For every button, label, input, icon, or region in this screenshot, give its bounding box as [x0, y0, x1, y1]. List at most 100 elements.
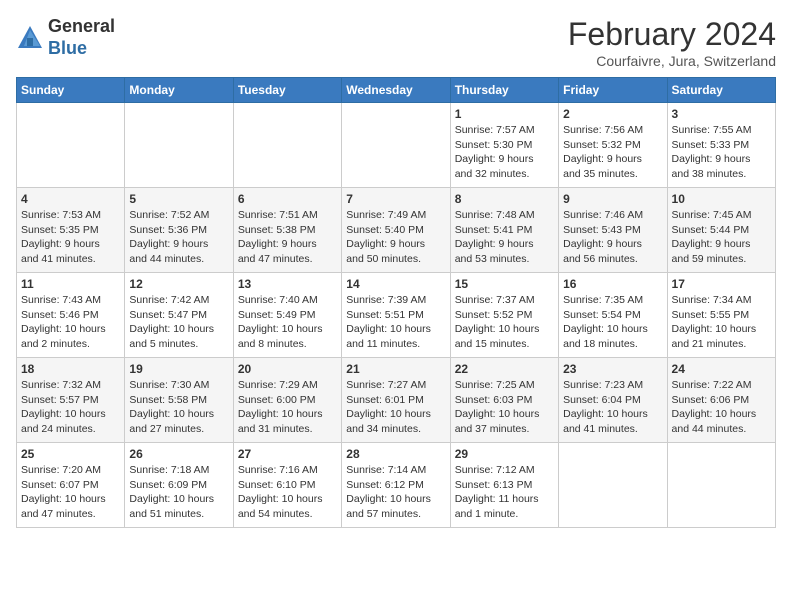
- day-info: Sunrise: 7:51 AM Sunset: 5:38 PM Dayligh…: [238, 208, 337, 267]
- day-info: Sunrise: 7:56 AM Sunset: 5:32 PM Dayligh…: [563, 123, 662, 182]
- day-info: Sunrise: 7:16 AM Sunset: 6:10 PM Dayligh…: [238, 463, 337, 522]
- calendar-day-cell: 1Sunrise: 7:57 AM Sunset: 5:30 PM Daylig…: [450, 103, 558, 188]
- calendar-day-cell: [233, 103, 341, 188]
- calendar-week-row: 11 Sunrise: 7:43 AM Sunset: 5:46 PM Dayli…: [17, 273, 776, 358]
- calendar-week-row: 4 Sunrise: 7:53 AM Sunset: 5:35 PM Daylig…: [17, 188, 776, 273]
- calendar-day-cell: 3 Sunrise: 7:55 AM Sunset: 5:33 PM Daylig…: [667, 103, 775, 188]
- calendar-day-cell: 24 Sunrise: 7:22 AM Sunset: 6:06 PM Dayli…: [667, 358, 775, 443]
- calendar-day-cell: 10 Sunrise: 7:45 AM Sunset: 5:44 PM Dayli…: [667, 188, 775, 273]
- day-number: 7: [346, 192, 445, 206]
- calendar-day-cell: 4 Sunrise: 7:53 AM Sunset: 5:35 PM Daylig…: [17, 188, 125, 273]
- day-number: 12: [129, 277, 228, 291]
- calendar-day-cell: 5 Sunrise: 7:52 AM Sunset: 5:36 PM Daylig…: [125, 188, 233, 273]
- day-info: Sunrise: 7:45 AM Sunset: 5:44 PM Dayligh…: [672, 208, 771, 267]
- day-number: 29: [455, 447, 554, 461]
- day-info: Sunrise: 7:46 AM Sunset: 5:43 PM Dayligh…: [563, 208, 662, 267]
- weekday-header: Thursday: [450, 78, 558, 103]
- calendar-day-cell: 26 Sunrise: 7:18 AM Sunset: 6:09 PM Dayli…: [125, 443, 233, 528]
- day-info: Sunrise: 7:48 AM Sunset: 5:41 PM Dayligh…: [455, 208, 554, 267]
- calendar-day-cell: 2 Sunrise: 7:56 AM Sunset: 5:32 PM Daylig…: [559, 103, 667, 188]
- day-info: Sunrise: 7:42 AM Sunset: 5:47 PM Dayligh…: [129, 293, 228, 352]
- day-info: Sunrise: 7:23 AM Sunset: 6:04 PM Dayligh…: [563, 378, 662, 437]
- day-number: 24: [672, 362, 771, 376]
- weekday-header: Friday: [559, 78, 667, 103]
- day-number: 11: [21, 277, 120, 291]
- day-number: 18: [21, 362, 120, 376]
- logo-general-text: General: [48, 16, 115, 38]
- day-number: 19: [129, 362, 228, 376]
- calendar-day-cell: [667, 443, 775, 528]
- header: General Blue February 2024 Courfaivre, J…: [16, 16, 776, 69]
- calendar-day-cell: 11 Sunrise: 7:43 AM Sunset: 5:46 PM Dayli…: [17, 273, 125, 358]
- day-info: Sunrise: 7:55 AM Sunset: 5:33 PM Dayligh…: [672, 123, 771, 182]
- day-info: Sunrise: 7:52 AM Sunset: 5:36 PM Dayligh…: [129, 208, 228, 267]
- day-number: 6: [238, 192, 337, 206]
- day-number: 8: [455, 192, 554, 206]
- day-info: Sunrise: 7:34 AM Sunset: 5:55 PM Dayligh…: [672, 293, 771, 352]
- day-number: 13: [238, 277, 337, 291]
- weekday-header: Saturday: [667, 78, 775, 103]
- calendar-day-cell: [342, 103, 450, 188]
- day-number: 15: [455, 277, 554, 291]
- calendar-day-cell: 13Sunrise: 7:40 AM Sunset: 5:49 PM Dayli…: [233, 273, 341, 358]
- day-number: 14: [346, 277, 445, 291]
- calendar-day-cell: [17, 103, 125, 188]
- day-number: 16: [563, 277, 662, 291]
- day-number: 25: [21, 447, 120, 461]
- day-info: Sunrise: 7:39 AM Sunset: 5:51 PM Dayligh…: [346, 293, 445, 352]
- day-number: 17: [672, 277, 771, 291]
- day-number: 23: [563, 362, 662, 376]
- calendar-day-cell: 21 Sunrise: 7:27 AM Sunset: 6:01 PM Dayli…: [342, 358, 450, 443]
- day-info: Sunrise: 7:29 AM Sunset: 6:00 PM Dayligh…: [238, 378, 337, 437]
- day-number: 21: [346, 362, 445, 376]
- calendar-day-cell: 23 Sunrise: 7:23 AM Sunset: 6:04 PM Dayli…: [559, 358, 667, 443]
- calendar-day-cell: 20 Sunrise: 7:29 AM Sunset: 6:00 PM Dayli…: [233, 358, 341, 443]
- calendar-day-cell: 8 Sunrise: 7:48 AM Sunset: 5:41 PM Daylig…: [450, 188, 558, 273]
- day-number: 1: [455, 107, 554, 121]
- calendar-week-row: 25Sunrise: 7:20 AM Sunset: 6:07 PM Dayli…: [17, 443, 776, 528]
- logo-blue-text: Blue: [48, 38, 115, 60]
- calendar-day-cell: 22Sunrise: 7:25 AM Sunset: 6:03 PM Dayli…: [450, 358, 558, 443]
- weekday-header: Sunday: [17, 78, 125, 103]
- day-number: 10: [672, 192, 771, 206]
- logo-icon: [16, 24, 44, 52]
- title-area: February 2024 Courfaivre, Jura, Switzerl…: [568, 16, 776, 69]
- day-number: 5: [129, 192, 228, 206]
- calendar-day-cell: 28Sunrise: 7:14 AM Sunset: 6:12 PM Dayli…: [342, 443, 450, 528]
- day-info: Sunrise: 7:53 AM Sunset: 5:35 PM Dayligh…: [21, 208, 120, 267]
- weekday-header: Wednesday: [342, 78, 450, 103]
- day-info: Sunrise: 7:18 AM Sunset: 6:09 PM Dayligh…: [129, 463, 228, 522]
- calendar-day-cell: 14 Sunrise: 7:39 AM Sunset: 5:51 PM Dayli…: [342, 273, 450, 358]
- calendar-week-row: 18Sunrise: 7:32 AM Sunset: 5:57 PM Dayli…: [17, 358, 776, 443]
- day-number: 3: [672, 107, 771, 121]
- logo: General Blue: [16, 16, 115, 59]
- weekday-header-row: SundayMondayTuesdayWednesdayThursdayFrid…: [17, 78, 776, 103]
- weekday-header: Monday: [125, 78, 233, 103]
- day-info: Sunrise: 7:30 AM Sunset: 5:58 PM Dayligh…: [129, 378, 228, 437]
- day-info: Sunrise: 7:12 AM Sunset: 6:13 PM Dayligh…: [455, 463, 554, 522]
- day-number: 28: [346, 447, 445, 461]
- day-info: Sunrise: 7:27 AM Sunset: 6:01 PM Dayligh…: [346, 378, 445, 437]
- calendar-day-cell: [559, 443, 667, 528]
- day-info: Sunrise: 7:37 AM Sunset: 5:52 PM Dayligh…: [455, 293, 554, 352]
- calendar-day-cell: 7 Sunrise: 7:49 AM Sunset: 5:40 PM Daylig…: [342, 188, 450, 273]
- day-number: 26: [129, 447, 228, 461]
- day-number: 2: [563, 107, 662, 121]
- calendar-week-row: 1Sunrise: 7:57 AM Sunset: 5:30 PM Daylig…: [17, 103, 776, 188]
- calendar-day-cell: 15 Sunrise: 7:37 AM Sunset: 5:52 PM Dayli…: [450, 273, 558, 358]
- day-info: Sunrise: 7:49 AM Sunset: 5:40 PM Dayligh…: [346, 208, 445, 267]
- weekday-header: Tuesday: [233, 78, 341, 103]
- calendar-day-cell: 17 Sunrise: 7:34 AM Sunset: 5:55 PM Dayli…: [667, 273, 775, 358]
- calendar-day-cell: 12 Sunrise: 7:42 AM Sunset: 5:47 PM Dayli…: [125, 273, 233, 358]
- calendar-day-cell: 9Sunrise: 7:46 AM Sunset: 5:43 PM Daylig…: [559, 188, 667, 273]
- day-number: 4: [21, 192, 120, 206]
- day-info: Sunrise: 7:22 AM Sunset: 6:06 PM Dayligh…: [672, 378, 771, 437]
- calendar-table: SundayMondayTuesdayWednesdayThursdayFrid…: [16, 77, 776, 528]
- calendar-day-cell: 19 Sunrise: 7:30 AM Sunset: 5:58 PM Dayli…: [125, 358, 233, 443]
- month-title: February 2024: [568, 16, 776, 53]
- day-number: 20: [238, 362, 337, 376]
- day-info: Sunrise: 7:35 AM Sunset: 5:54 PM Dayligh…: [563, 293, 662, 352]
- day-info: Sunrise: 7:43 AM Sunset: 5:46 PM Dayligh…: [21, 293, 120, 352]
- calendar-day-cell: 6 Sunrise: 7:51 AM Sunset: 5:38 PM Daylig…: [233, 188, 341, 273]
- calendar-day-cell: 27Sunrise: 7:16 AM Sunset: 6:10 PM Dayli…: [233, 443, 341, 528]
